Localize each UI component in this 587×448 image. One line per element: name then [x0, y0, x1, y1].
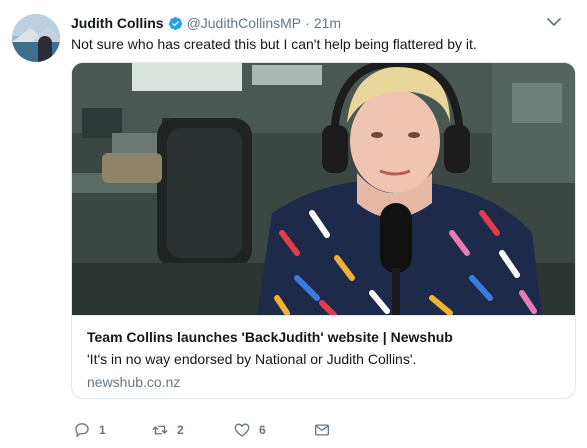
avatar[interactable]: [12, 14, 60, 62]
like-icon: [234, 423, 250, 437]
card-body[interactable]: Team Collins launches 'BackJudith' websi…: [72, 315, 575, 398]
author-handle[interactable]: @JudithCollinsMP: [187, 15, 302, 31]
card-title[interactable]: Team Collins launches 'BackJudith' websi…: [87, 329, 453, 345]
reply-count: 1: [99, 423, 106, 437]
tweet-actions: 1 2 6: [71, 420, 371, 440]
retweet-icon: [152, 425, 168, 435]
card-image[interactable]: [72, 63, 575, 315]
link-card[interactable]: Team Collins launches 'BackJudith' websi…: [71, 62, 576, 399]
tweet: Judith Collins @JudithCollinsMP · 21m No…: [0, 0, 587, 448]
verified-badge-icon: [168, 16, 182, 30]
card-description: 'It's in no way endorsed by National or …: [87, 351, 417, 367]
direct-message-icon: [314, 424, 330, 436]
tweet-header: Judith Collins @JudithCollinsMP · 21m: [71, 13, 341, 33]
reply-button[interactable]: 1: [73, 420, 106, 440]
timestamp[interactable]: 21m: [314, 15, 341, 31]
direct-message-button[interactable]: [313, 420, 331, 440]
like-count: 6: [259, 423, 266, 437]
tweet-text: Not sure who has created this but I can'…: [71, 36, 477, 52]
like-button[interactable]: 6: [233, 420, 266, 440]
retweet-button[interactable]: 2: [151, 420, 184, 440]
retweet-count: 2: [177, 423, 184, 437]
chevron-down-icon[interactable]: [546, 16, 562, 28]
display-name[interactable]: Judith Collins: [71, 15, 164, 31]
separator-dot: ·: [305, 15, 310, 31]
reply-icon: [75, 423, 89, 437]
card-domain: newshub.co.nz: [87, 374, 181, 390]
